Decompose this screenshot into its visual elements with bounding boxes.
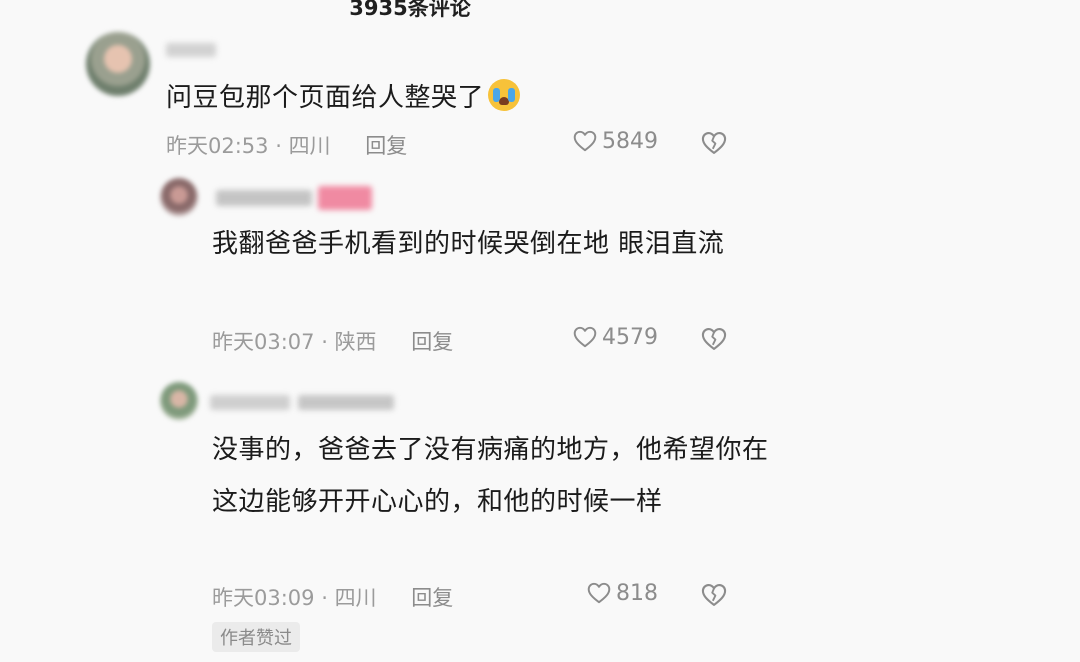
- reply-text: 我翻爸爸手机看到的时候哭倒在地 眼泪直流: [212, 229, 725, 259]
- comment-panel: 3935条评论 问豆包那个页面给人整哭了 昨天02:53 · 四川 回复 584…: [0, 0, 1080, 662]
- reply-target-blurred[interactable]: [298, 395, 394, 410]
- comment-location: 四川: [334, 586, 377, 610]
- heart-outline-icon: [573, 326, 597, 348]
- comment-time: 昨天02:53: [166, 134, 269, 158]
- comment-location: 四川: [288, 134, 331, 158]
- like-button[interactable]: 4579: [572, 324, 658, 350]
- like-count: 4579: [602, 324, 658, 350]
- user-tag-blurred: [318, 186, 372, 210]
- like-count: 5849: [602, 128, 658, 154]
- reply-button[interactable]: 回复: [365, 134, 407, 158]
- meta-separator: ·: [314, 586, 335, 610]
- username-blurred[interactable]: [216, 190, 312, 206]
- comment-time: 昨天03:09: [212, 586, 315, 610]
- comment-meta: 昨天02:53 · 四川 回复: [166, 130, 407, 160]
- broken-heart-icon[interactable]: [700, 581, 728, 609]
- avatar[interactable]: [160, 178, 198, 216]
- author-liked-badge: 作者赞过: [212, 622, 300, 652]
- comment-meta: 昨天03:09 · 四川 回复: [212, 582, 453, 612]
- comment-body: 问豆包那个页面给人整哭了: [166, 83, 485, 113]
- like-count: 818: [616, 580, 658, 606]
- comment-location: 陕西: [334, 330, 377, 354]
- like-button[interactable]: 5849: [572, 128, 658, 154]
- username-blurred[interactable]: [210, 395, 290, 410]
- broken-heart-icon[interactable]: [700, 325, 728, 353]
- comment-time: 昨天03:07: [212, 330, 315, 354]
- username-blurred[interactable]: [166, 43, 216, 57]
- reply-button[interactable]: 回复: [411, 586, 453, 610]
- avatar[interactable]: [86, 32, 150, 96]
- crying-face-icon: [488, 79, 521, 111]
- meta-separator: ·: [268, 134, 289, 158]
- like-button[interactable]: 818: [586, 580, 658, 606]
- avatar[interactable]: [160, 382, 198, 420]
- reply-text: 没事的，爸爸去了没有病痛的地方，他希望你在这边能够开开心心的，和他的时候一样: [212, 435, 769, 517]
- comment-meta: 昨天03:07 · 陕西 回复: [212, 326, 453, 356]
- comment-count-title: 3935条评论: [349, 0, 471, 20]
- comment-text: 问豆包那个页面给人整哭了: [166, 72, 726, 124]
- broken-heart-icon[interactable]: [700, 129, 728, 157]
- heart-outline-icon: [573, 130, 597, 152]
- reply-button[interactable]: 回复: [411, 330, 453, 354]
- meta-separator: ·: [314, 330, 335, 354]
- heart-outline-icon: [587, 582, 611, 604]
